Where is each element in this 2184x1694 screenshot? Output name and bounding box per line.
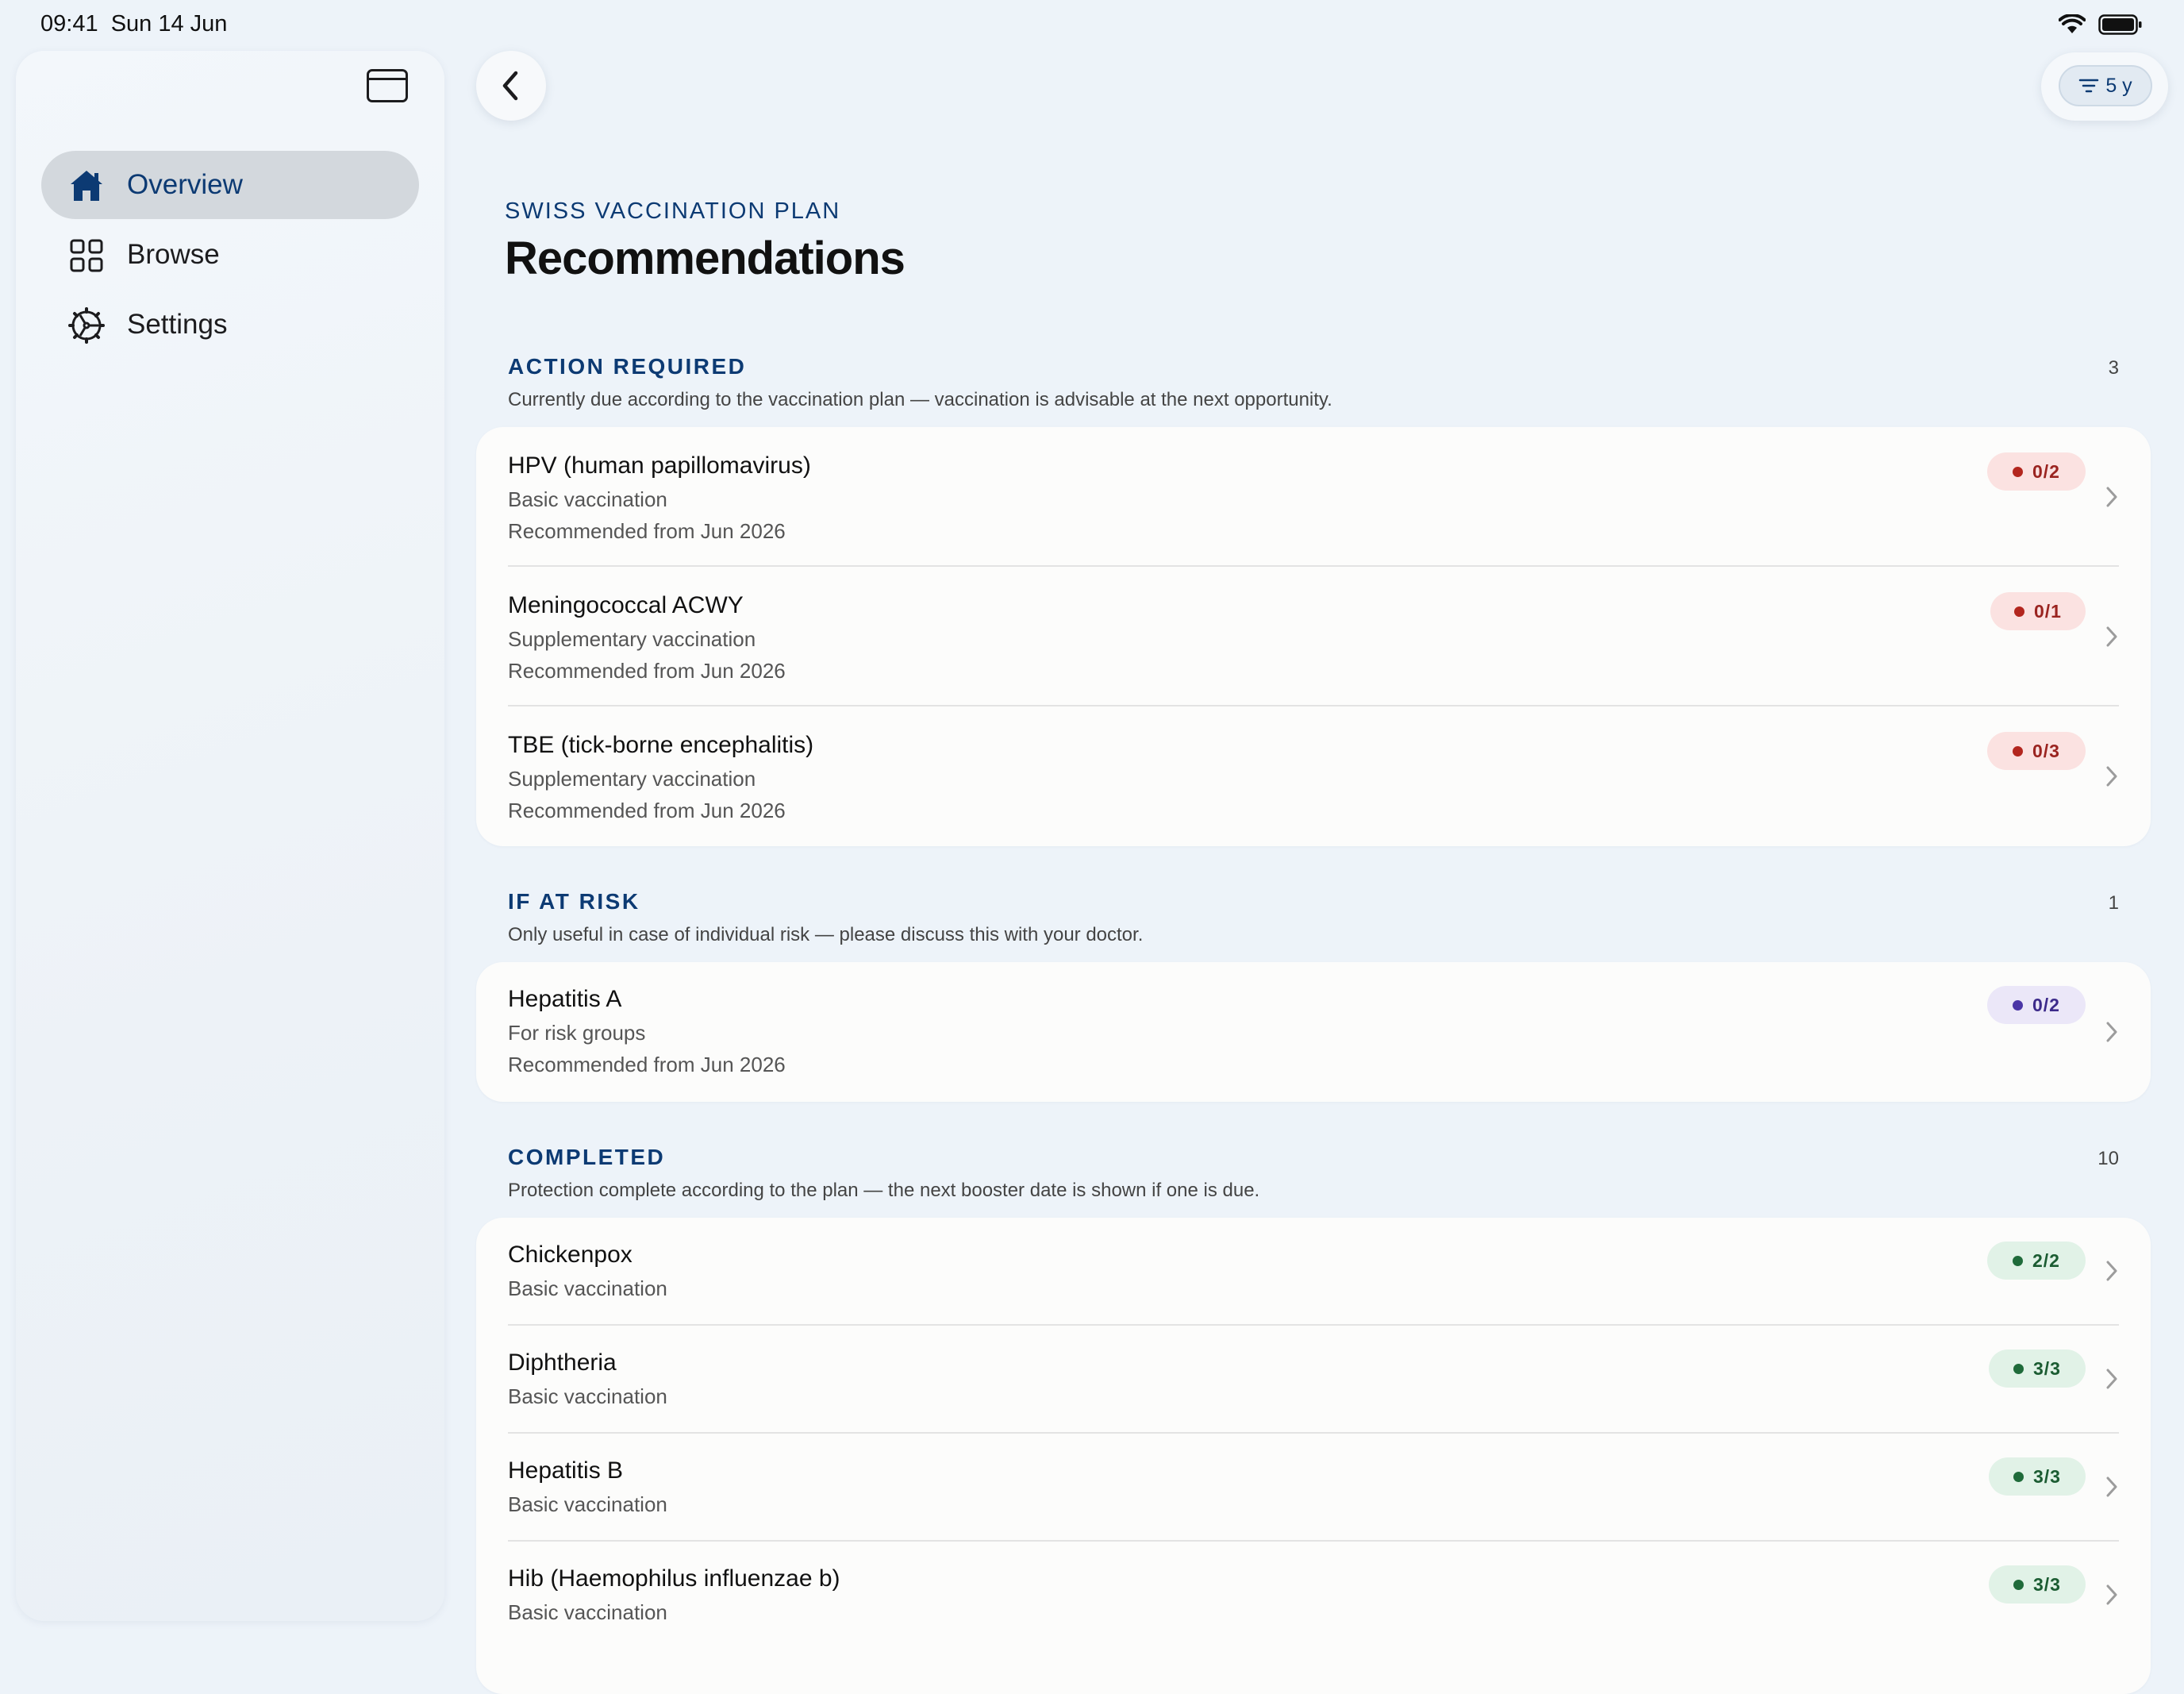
list-item[interactable]: Hepatitis B Basic vaccination 3/3 (476, 1434, 2151, 1542)
list-item[interactable]: TBE (tick-borne encephalitis) Supplement… (476, 706, 2151, 846)
section-description: Currently due according to the vaccinati… (508, 389, 1332, 410)
section-card-completed: Chickenpox Basic vaccination 2/2 Diphthe… (476, 1218, 2151, 1694)
list-item[interactable]: Meningococcal ACWY Supplementary vaccina… (476, 567, 2151, 706)
chevron-left-icon (502, 71, 518, 101)
item-recommended: Recommended from Jun 2026 (508, 519, 786, 543)
item-title: Chickenpox (508, 1242, 633, 1268)
chevron-right-icon (2106, 1584, 2117, 1605)
list-item[interactable]: HPV (human papillomavirus) Basic vaccina… (476, 427, 2151, 567)
status-badge: 3/3 (1989, 1565, 2086, 1604)
grid-icon (70, 239, 103, 272)
status-date: Sun 14 Jun (110, 11, 228, 37)
section-description: Protection complete according to the pla… (508, 1180, 1260, 1201)
section-description: Only useful in case of individual risk —… (508, 924, 1144, 945)
filter-button-container: 5 y (2041, 52, 2168, 121)
section-card-if-at-risk: Hepatitis A For risk groups Recommended … (476, 962, 2151, 1102)
sidebar-item-label: Browse (127, 239, 220, 270)
sidebar-toggle-icon[interactable] (367, 69, 408, 102)
list-item[interactable]: Chickenpox Basic vaccination 2/2 (476, 1218, 2151, 1326)
item-type: Basic vaccination (508, 1384, 667, 1408)
item-type: Supplementary vaccination (508, 627, 756, 651)
status-time: 09:41 (40, 11, 98, 37)
list-item[interactable]: Diphtheria Basic vaccination 3/3 (476, 1326, 2151, 1434)
list-item[interactable]: Hepatitis A For risk groups Recommended … (476, 962, 2151, 1102)
house-icon (71, 171, 102, 201)
back-button[interactable] (476, 51, 546, 121)
chevron-right-icon (2106, 487, 2117, 507)
status-badge: 0/3 (1987, 732, 2086, 770)
item-title: Meningococcal ACWY (508, 592, 744, 618)
item-type: Supplementary vaccination (508, 767, 756, 791)
section-card-action-required: HPV (human papillomavirus) Basic vaccina… (476, 427, 2151, 846)
wifi-icon (2059, 14, 2086, 35)
list-item[interactable]: Hib (Haemophilus influenzae b) Basic vac… (476, 1542, 2151, 1650)
filter-label: 5 y (2105, 74, 2132, 97)
status-badge: 3/3 (1989, 1349, 2086, 1388)
status-icons (2059, 14, 2143, 35)
page-eyebrow: SWISS VACCINATION PLAN (505, 198, 841, 224)
page-title: Recommendations (505, 233, 906, 284)
battery-icon (2098, 14, 2143, 35)
section-title: IF AT RISK (508, 889, 640, 914)
status-badge: 0/2 (1987, 986, 2086, 1024)
chevron-right-icon (2106, 766, 2117, 787)
item-recommended: Recommended from Jun 2026 (508, 659, 786, 683)
status-badge: 2/2 (1987, 1242, 2086, 1280)
sidebar-item-label: Settings (127, 309, 228, 340)
chevron-right-icon (2106, 1261, 2117, 1281)
item-type: Basic vaccination (508, 1276, 667, 1300)
status-bar-clock: 09:41 Sun 14 Jun (40, 11, 227, 37)
section-header-completed: COMPLETED 10 Protection complete accordi… (508, 1145, 2119, 1202)
item-type: Basic vaccination (508, 487, 667, 511)
item-type: For risk groups (508, 1021, 646, 1045)
item-title: Diphtheria (508, 1349, 617, 1376)
sidebar-item-browse[interactable]: Browse (41, 221, 419, 289)
item-type: Basic vaccination (508, 1492, 667, 1516)
filter-lines-icon (2079, 79, 2099, 93)
item-type: Basic vaccination (508, 1600, 667, 1624)
chevron-right-icon (2106, 1022, 2117, 1042)
sidebar-item-settings[interactable]: Settings (41, 291, 419, 359)
section-title: ACTION REQUIRED (508, 354, 747, 379)
status-badge: 0/1 (1990, 592, 2086, 630)
filter-button[interactable]: 5 y (2059, 65, 2152, 106)
section-count: 10 (2097, 1148, 2119, 1169)
item-recommended: Recommended from Jun 2026 (508, 1053, 786, 1076)
status-badge: 3/3 (1989, 1457, 2086, 1496)
chevron-right-icon (2106, 626, 2117, 647)
section-title: COMPLETED (508, 1145, 666, 1169)
sidebar-item-overview[interactable]: Overview (41, 151, 419, 219)
sidebar: Overview Browse Settings (16, 51, 444, 1621)
item-title: Hepatitis B (508, 1457, 624, 1484)
section-count: 3 (2108, 357, 2119, 379)
item-recommended: Recommended from Jun 2026 (508, 799, 786, 822)
item-title: TBE (tick-borne encephalitis) (508, 732, 814, 758)
item-title: Hib (Haemophilus influenzae b) (508, 1565, 840, 1592)
item-title: Hepatitis A (508, 986, 622, 1012)
sidebar-item-label: Overview (127, 169, 243, 200)
status-badge: 0/2 (1987, 452, 2086, 491)
item-title: HPV (human papillomavirus) (508, 452, 811, 479)
gear-icon (68, 307, 105, 344)
section-count: 1 (2108, 892, 2119, 914)
chevron-right-icon (2106, 1476, 2117, 1497)
section-header-action-required: ACTION REQUIRED 3 Currently due accordin… (508, 354, 2119, 411)
section-header-if-at-risk: IF AT RISK 1 Only useful in case of indi… (508, 889, 2119, 946)
chevron-right-icon (2106, 1369, 2117, 1389)
